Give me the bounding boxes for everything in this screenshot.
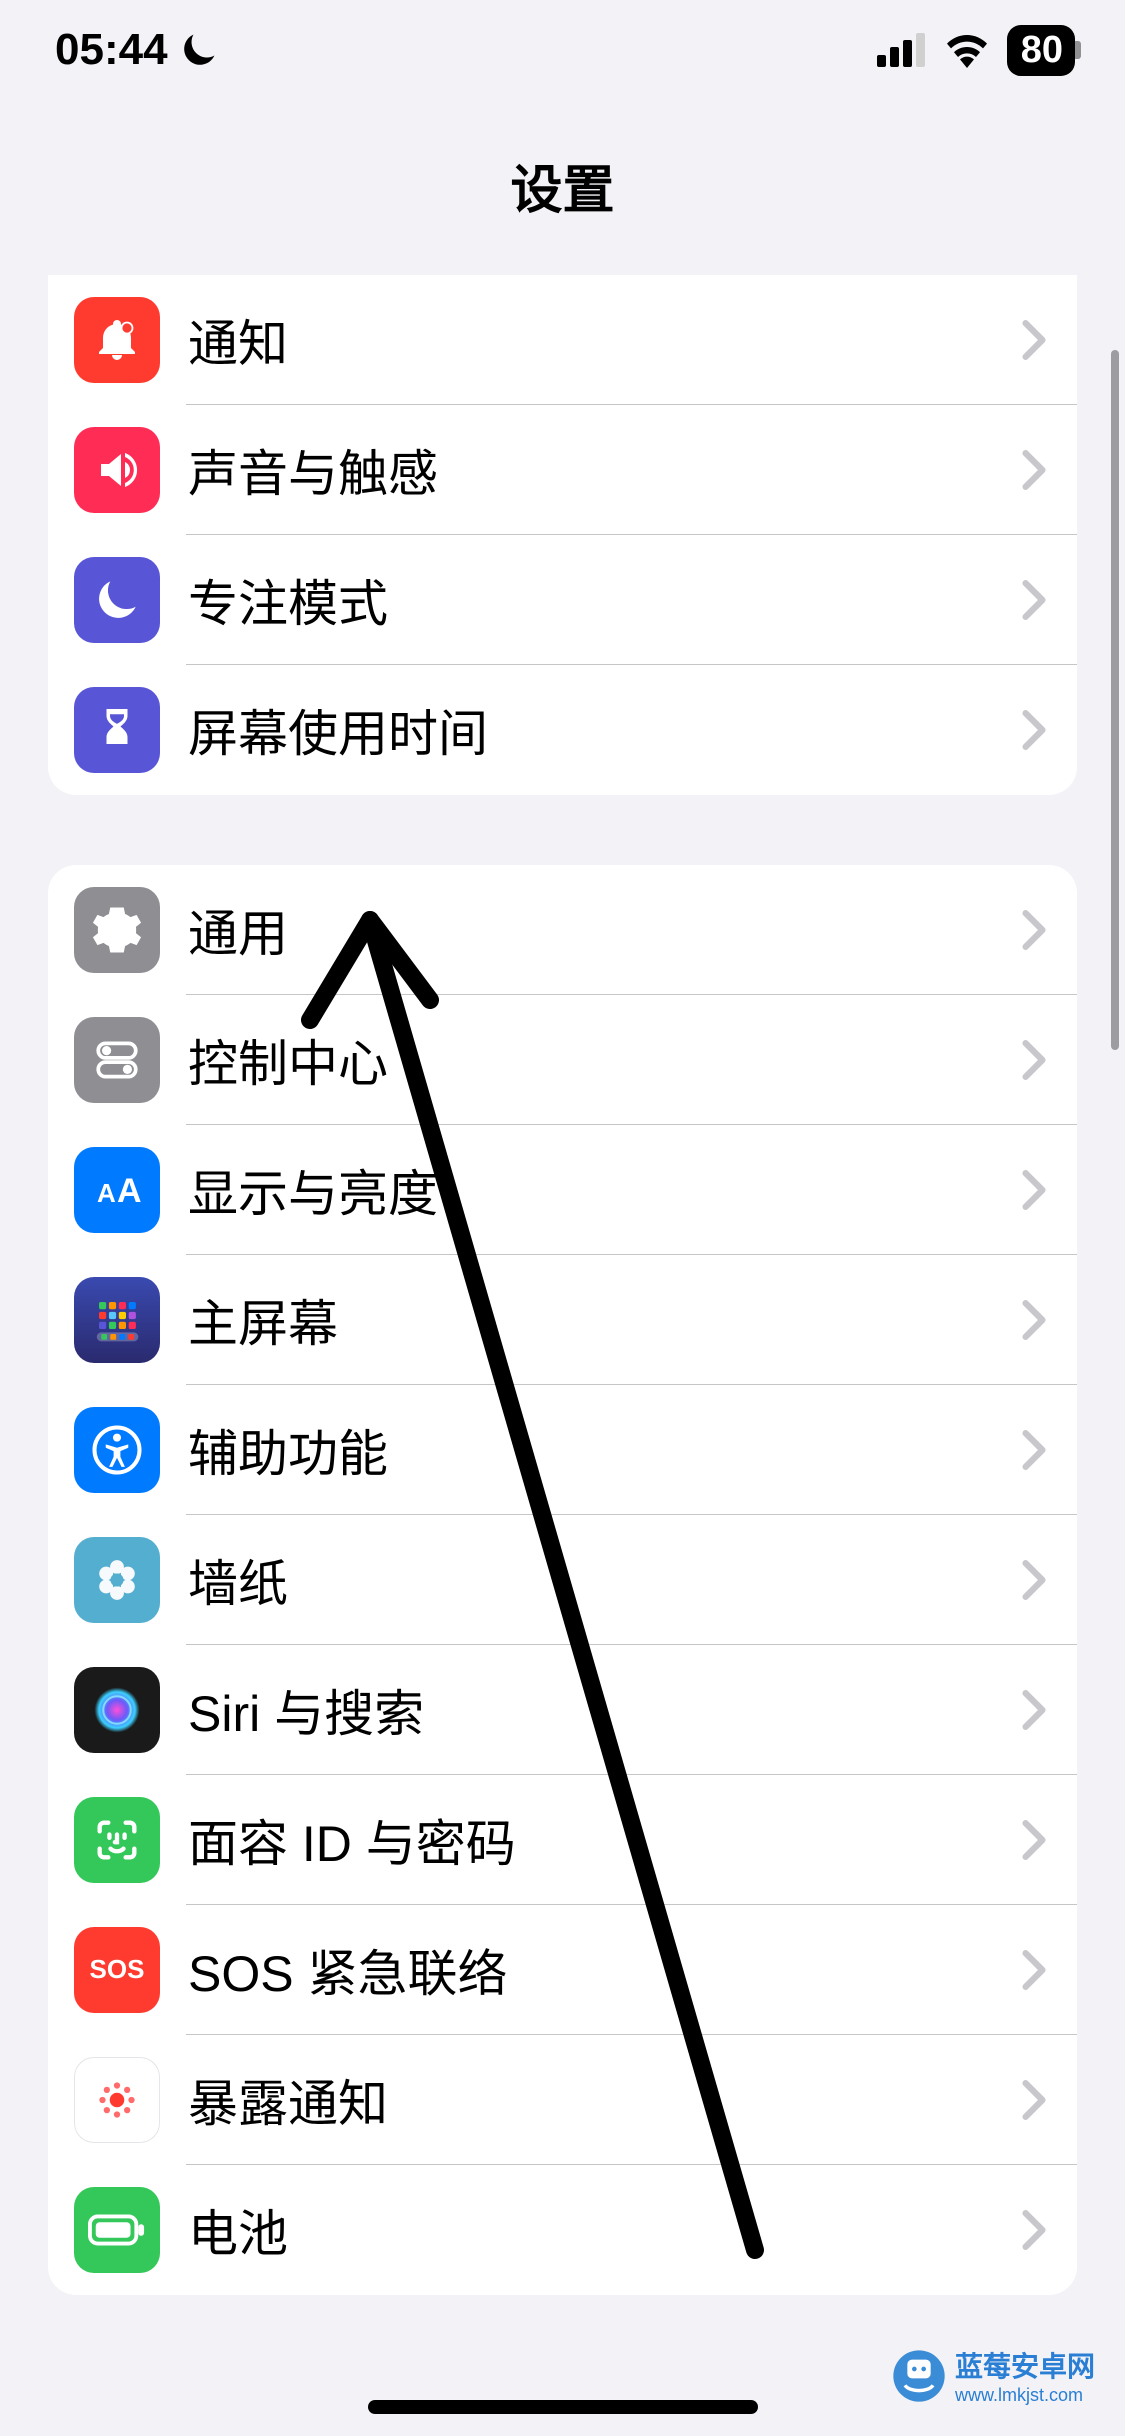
speaker-icon [74,427,160,513]
battery-level: 80 [1021,29,1063,72]
row-general[interactable]: 通用 [48,865,1077,995]
row-label: 通用 [188,894,1021,966]
watermark: 蓝莓安卓网 www.lmkjst.com [891,2345,1095,2406]
home-indicator[interactable] [368,2400,758,2414]
chevron-right-icon [1021,2209,1047,2251]
chevron-right-icon [1021,1429,1047,1471]
chevron-right-icon [1021,579,1047,621]
row-label: 主屏幕 [188,1284,1021,1356]
battery-icon [74,2187,160,2273]
bell-icon [74,297,160,383]
row-display[interactable]: AA 显示与亮度 [48,1125,1077,1255]
watermark-title: 蓝莓安卓网 [955,2345,1095,2385]
status-time: 05:44 [55,25,168,75]
sos-icon: SOS [74,1927,160,2013]
settings-group-2: 通用 控制中心 AA 显示与亮度 主屏幕 [48,865,1077,2295]
cellular-signal-icon [877,33,927,67]
row-label: 控制中心 [188,1024,1021,1096]
battery-indicator: 80 [1007,25,1075,76]
svg-text:A: A [117,1172,142,1210]
watermark-url: www.lmkjst.com [955,2385,1095,2406]
scroll-indicator[interactable] [1111,350,1119,1050]
chevron-right-icon [1021,1949,1047,1991]
row-focus[interactable]: 专注模式 [48,535,1077,665]
chevron-right-icon [1021,1169,1047,1211]
row-label: 辅助功能 [188,1414,1021,1486]
row-screen-time[interactable]: 屏幕使用时间 [48,665,1077,795]
status-indicators: 80 [877,25,1075,76]
chevron-right-icon [1021,1689,1047,1731]
row-wallpaper[interactable]: 墙纸 [48,1515,1077,1645]
page-title: 设置 [0,100,1125,275]
text-size-icon: AA [74,1147,160,1233]
row-face-id[interactable]: 面容 ID 与密码 [48,1775,1077,1905]
hourglass-icon [74,687,160,773]
row-home-screen[interactable]: 主屏幕 [48,1255,1077,1385]
chevron-right-icon [1021,1559,1047,1601]
row-label: 声音与触感 [188,434,1021,506]
moon-icon [74,557,160,643]
row-exposure[interactable]: 暴露通知 [48,2035,1077,2165]
row-label: SOS 紧急联络 [188,1934,1021,2006]
row-sounds[interactable]: 声音与触感 [48,405,1077,535]
row-label: Siri 与搜索 [188,1674,1021,1746]
chevron-right-icon [1021,2079,1047,2121]
chevron-right-icon [1021,709,1047,751]
row-label: 屏幕使用时间 [188,694,1021,766]
exposure-icon [74,2057,160,2143]
status-time-group: 05:44 [55,25,218,75]
row-label: 面容 ID 与密码 [188,1804,1021,1876]
settings-group-1: 通知 声音与触感 专注模式 屏幕使用时间 [48,275,1077,795]
row-battery[interactable]: 电池 [48,2165,1077,2295]
do-not-disturb-icon [180,31,218,69]
wifi-icon [943,32,991,68]
chevron-right-icon [1021,1039,1047,1081]
row-label: 通知 [188,304,1021,376]
row-sos[interactable]: SOS SOS 紧急联络 [48,1905,1077,2035]
gear-icon [74,887,160,973]
row-accessibility[interactable]: 辅助功能 [48,1385,1077,1515]
row-label: 电池 [188,2194,1021,2266]
row-label: 显示与亮度 [188,1154,1021,1226]
row-label: 专注模式 [188,564,1021,636]
chevron-right-icon [1021,1299,1047,1341]
faceid-icon [74,1797,160,1883]
row-notifications[interactable]: 通知 [48,275,1077,405]
chevron-right-icon [1021,1819,1047,1861]
status-bar: 05:44 80 [0,0,1125,100]
row-control-center[interactable]: 控制中心 [48,995,1077,1125]
row-siri[interactable]: Siri 与搜索 [48,1645,1077,1775]
chevron-right-icon [1021,449,1047,491]
app-grid-icon [74,1277,160,1363]
accessibility-icon [74,1407,160,1493]
svg-text:SOS: SOS [90,1954,145,1984]
chevron-right-icon [1021,909,1047,951]
watermark-logo-icon [891,2348,947,2404]
flower-icon [74,1537,160,1623]
chevron-right-icon [1021,319,1047,361]
switches-icon [74,1017,160,1103]
svg-text:A: A [97,1178,116,1208]
row-label: 暴露通知 [188,2064,1021,2136]
row-label: 墙纸 [188,1544,1021,1616]
siri-icon [74,1667,160,1753]
